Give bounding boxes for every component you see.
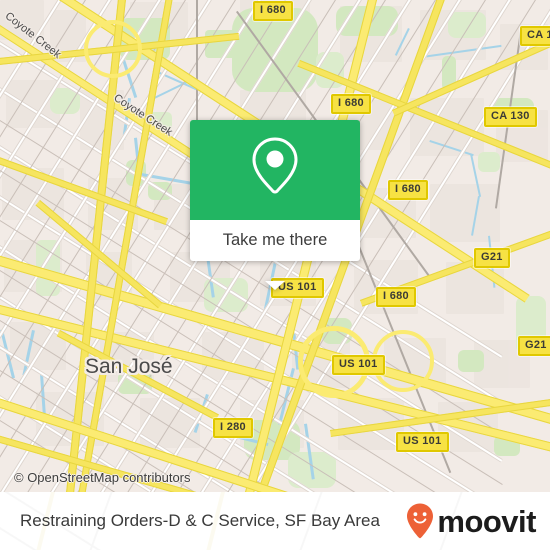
highway-shield[interactable]: I 680 [376,287,416,307]
highway-shield[interactable]: CA 130 [484,107,537,127]
callout-pin-area [190,120,360,220]
highway-shield[interactable]: I 280 [213,418,253,438]
map-canvas[interactable]: San José Coyote Creek Coyote Creek Coyot… [0,0,550,492]
place-label-san-jose: San José [85,355,173,378]
map-pin-icon [249,135,301,206]
page-title: Restraining Orders-D & C Service, SF Bay… [20,511,380,530]
map-attribution[interactable]: © OpenStreetMap contributors [14,470,191,485]
location-callout-card[interactable]: Take me there [190,120,360,290]
callout-pointer [265,281,285,290]
highway-shield[interactable]: I 680 [388,180,428,200]
moovit-brand[interactable]: moovit [405,502,536,540]
take-me-there-button[interactable]: Take me there [190,220,360,261]
highway-shield[interactable]: US 101 [332,355,385,375]
moovit-pin-smiley-icon [405,502,435,540]
highway-shield[interactable]: I 680 [253,1,293,21]
highway-shield[interactable]: G21 [518,336,550,356]
map-screenshot: San José Coyote Creek Coyote Creek Coyot… [0,0,550,550]
highway-shield[interactable]: CA 130 [520,26,550,46]
take-me-there-label: Take me there [222,231,328,249]
moovit-wordmark: moovit [437,503,536,539]
highway-shield[interactable]: G21 [474,248,510,268]
highway-shield[interactable]: I 680 [331,94,371,114]
highway-shield[interactable]: US 101 [396,432,449,452]
footer-bar: Restraining Orders-D & C Service, SF Bay… [0,492,550,550]
